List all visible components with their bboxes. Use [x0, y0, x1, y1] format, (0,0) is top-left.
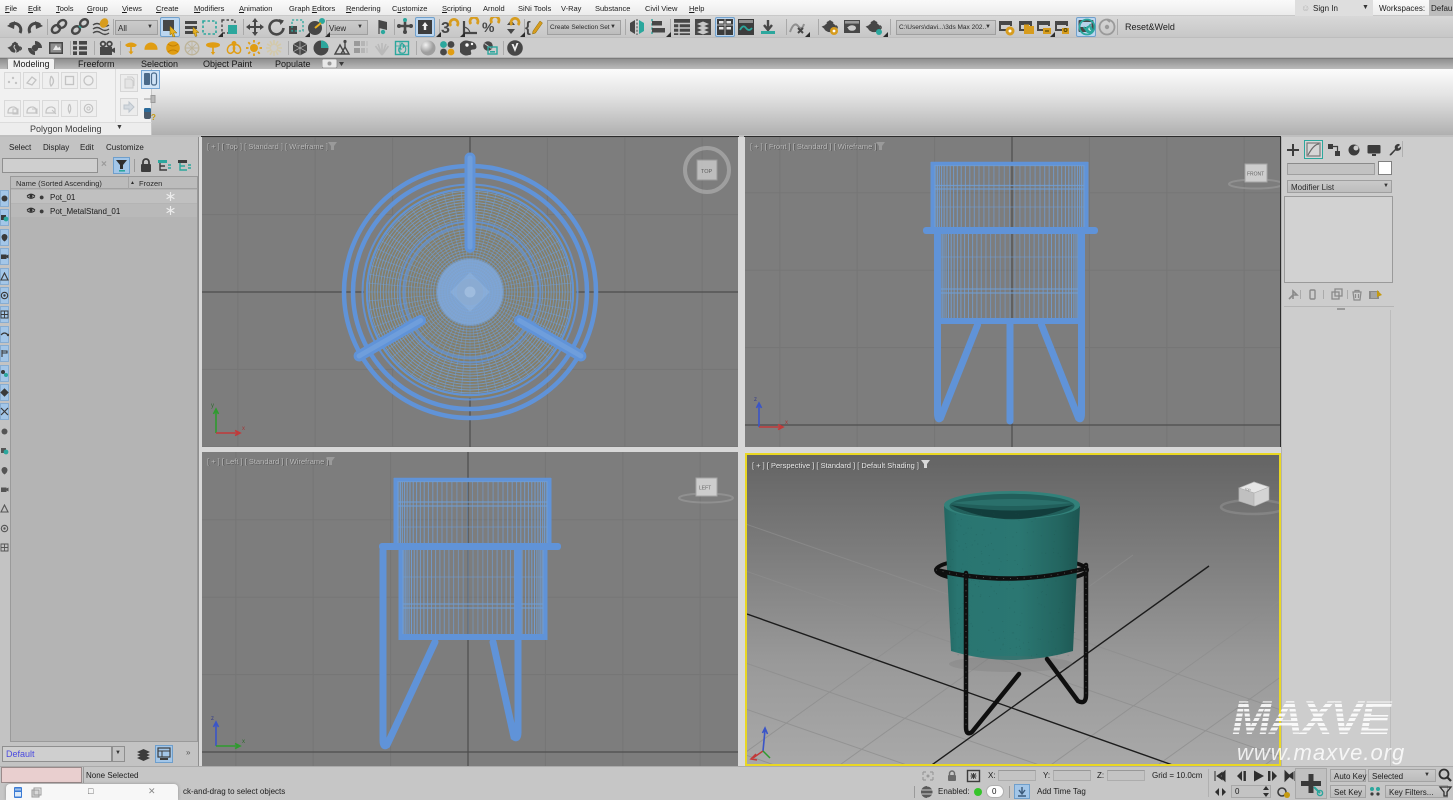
svg-text:3: 3 [441, 20, 450, 37]
svg-text:{: { [525, 19, 531, 36]
svg-text:z: z [754, 397, 757, 403]
svg-text:LEFT: LEFT [699, 486, 711, 492]
svg-text:[ + ] [ Left ] [ Standard ] [: [ + ] [ Left ] [ Standard ] [ Wireframe … [207, 457, 329, 466]
svg-text:x: x [785, 420, 788, 426]
svg-text:TOP: TOP [701, 169, 713, 175]
svg-text:x: x [242, 739, 245, 745]
svg-text:[ + ] [ Top ] [ Standard ] [ W: [ + ] [ Top ] [ Standard ] [ Wireframe ] [207, 142, 328, 151]
svg-text:[ + ] [ Front ] [ Standard ] [: [ + ] [ Front ] [ Standard ] [ Wireframe… [750, 142, 877, 151]
svg-text:%: % [482, 19, 495, 35]
svg-text:x: x [242, 426, 245, 432]
svg-text:FRONT: FRONT [1247, 172, 1264, 178]
svg-text:y: y [211, 403, 214, 409]
svg-text:z: z [211, 716, 214, 722]
svg-text:?: ? [151, 113, 156, 122]
